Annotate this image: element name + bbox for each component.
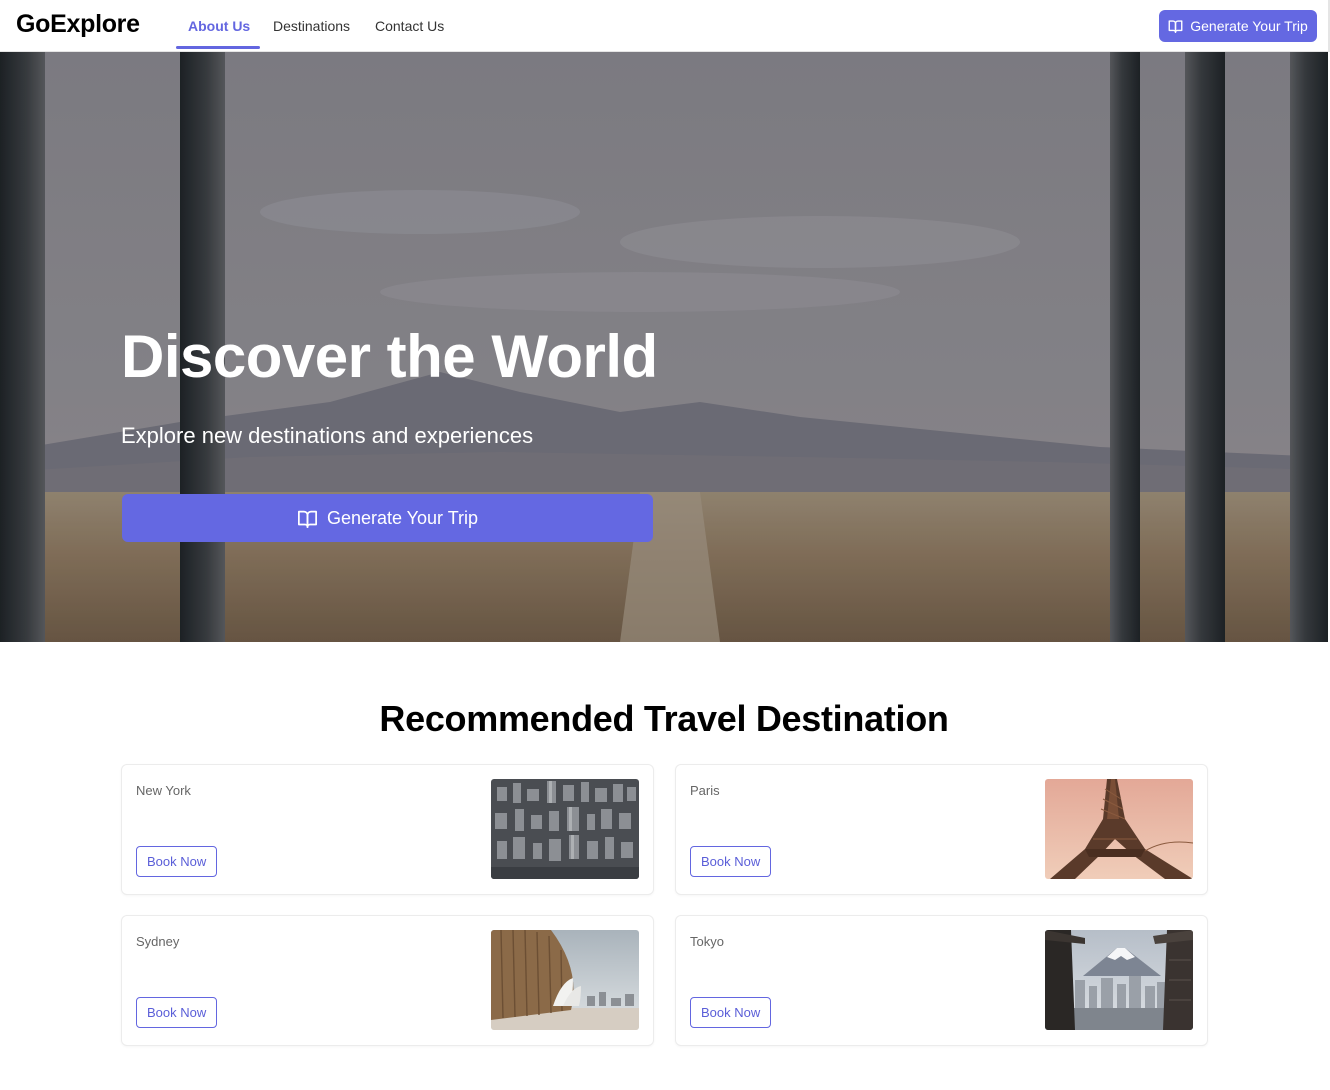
nav-link-destinations[interactable]: Destinations	[273, 18, 350, 34]
destination-name: Tokyo	[690, 934, 724, 949]
paris-image	[1045, 779, 1193, 879]
nav-generate-trip-label: Generate Your Trip	[1190, 18, 1308, 34]
top-navbar: GoExplore About Us Destinations Contact …	[0, 0, 1330, 52]
destination-card-new-york: New York Book Now	[121, 764, 654, 895]
hero-generate-trip-button[interactable]: Generate Your Trip	[122, 494, 653, 542]
nav-link-contact-us[interactable]: Contact Us	[375, 18, 444, 34]
hero-generate-trip-label: Generate Your Trip	[326, 507, 479, 528]
hero-subtitle: Explore new destinations and experiences	[121, 423, 534, 448]
active-nav-indicator	[176, 46, 260, 49]
book-now-button[interactable]: Book Now	[136, 846, 218, 877]
sydney-image	[491, 930, 639, 1030]
book-now-button[interactable]: Book Now	[136, 997, 218, 1028]
recommended-destinations-title: Recommended Travel Destination	[379, 698, 949, 739]
destination-card-sydney: Sydney Book Now	[121, 915, 654, 1046]
destination-name: New York	[136, 783, 191, 798]
destination-name: Paris	[690, 783, 720, 798]
new-york-image	[491, 779, 639, 879]
nav-link-about-us[interactable]: About Us	[188, 18, 250, 34]
nav-generate-trip-button[interactable]: Generate Your Trip	[1159, 10, 1317, 42]
hero-title: Discover the World	[121, 323, 658, 390]
book-now-button[interactable]: Book Now	[690, 997, 772, 1028]
tokyo-image	[1045, 930, 1193, 1030]
destination-card-paris: Paris Book Now	[675, 764, 1208, 895]
brand-logo[interactable]: GoExplore	[16, 10, 140, 39]
book-now-button[interactable]: Book Now	[690, 846, 772, 877]
book-open-icon	[1168, 19, 1183, 33]
book-open-icon	[297, 509, 318, 528]
destination-name: Sydney	[136, 934, 180, 949]
hero-banner: Discover the World Explore new destinati…	[0, 52, 1328, 642]
destination-card-tokyo: Tokyo Book Now	[675, 915, 1208, 1046]
